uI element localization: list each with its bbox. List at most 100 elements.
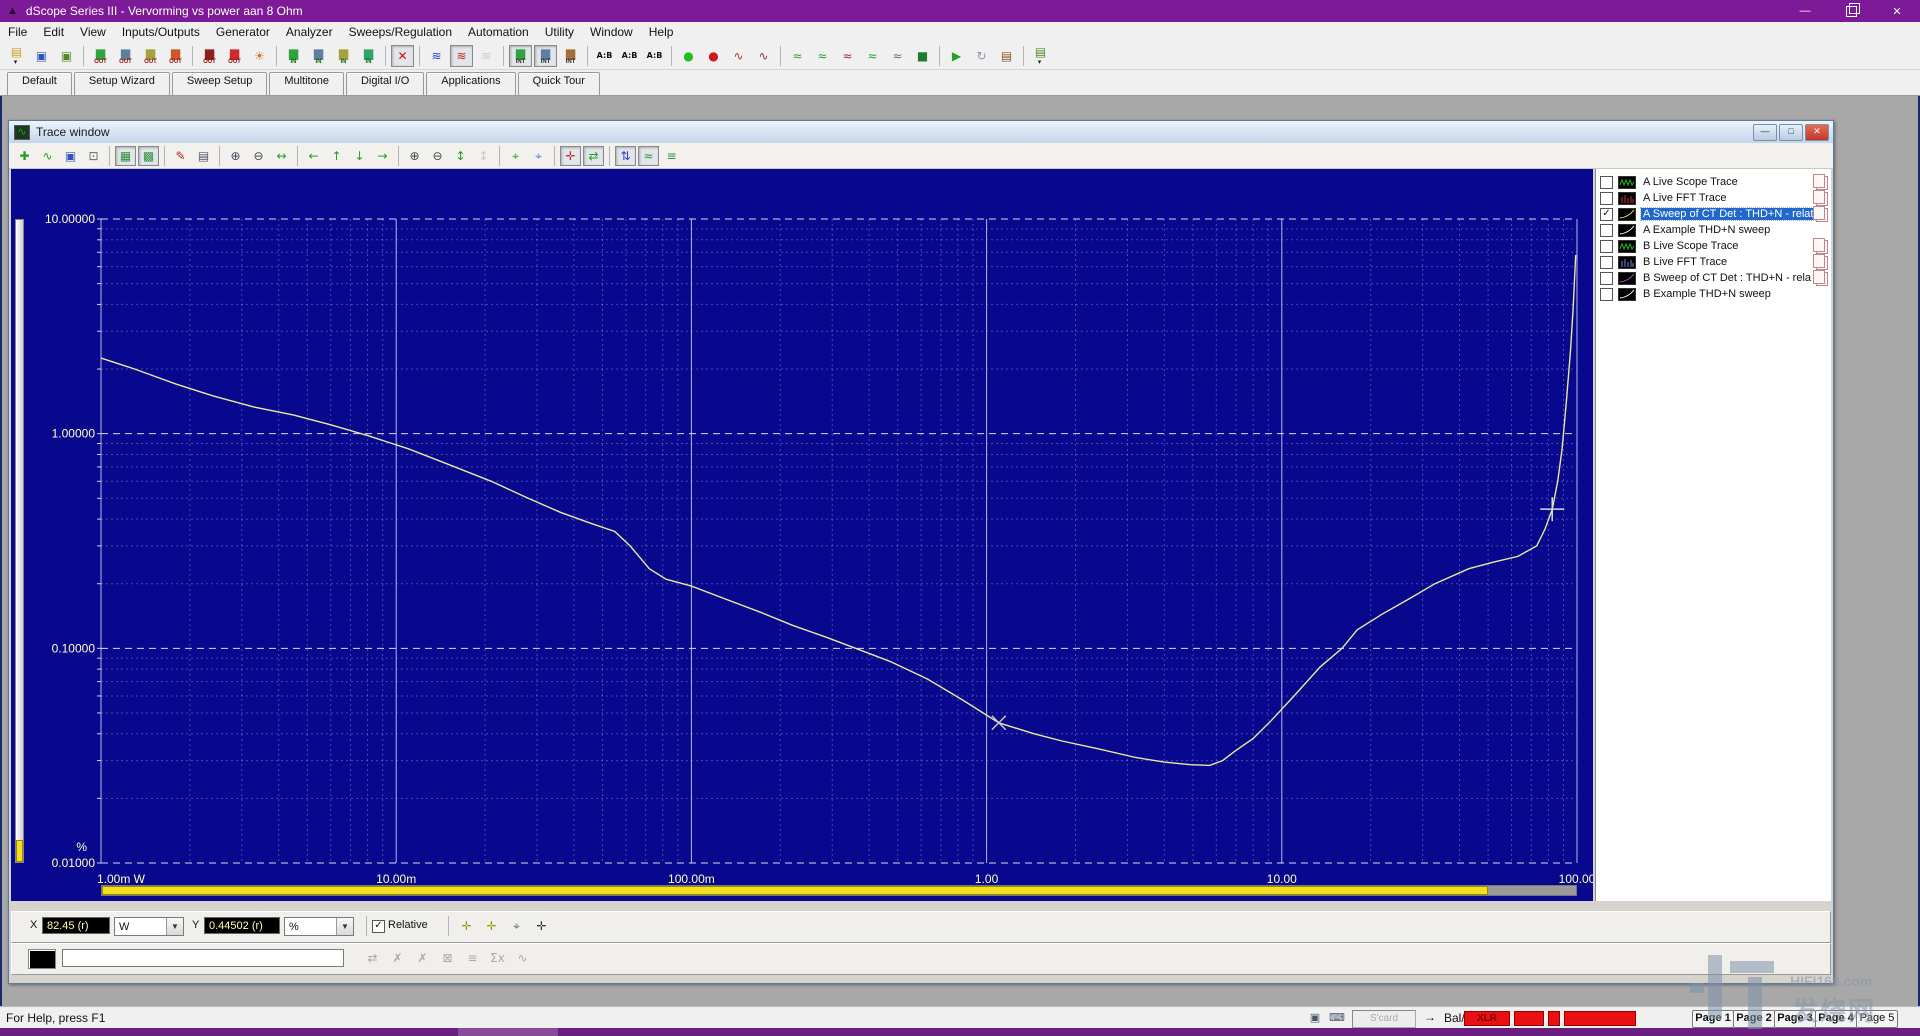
trace-row[interactable]: ✓A Sweep of CT Det : THD+N - relat [1596,206,1831,222]
x-cursor-value[interactable]: 82.45 (r) [42,917,110,934]
trace-row[interactable]: B Sweep of CT Det : THD+N - rela [1596,270,1831,286]
page-button-3[interactable]: Page 3 [1774,1010,1816,1028]
tab-digital-i-o[interactable]: Digital I/O [346,72,424,95]
trace-visibility-checkbox[interactable] [1600,256,1613,269]
y-axis-options-button[interactable]: ⇅ [615,146,636,166]
regulation-up-button[interactable]: ∿ [727,45,750,67]
pan-down-button[interactable]: ↓ [349,146,370,166]
tab-sweep-setup[interactable]: Sweep Setup [172,72,267,95]
add-y-cursor-button[interactable]: ✛ [480,915,503,937]
keyboard-icon[interactable]: ⌨ [1328,1010,1346,1026]
save-trace-button[interactable]: ▣ [60,146,81,166]
trace-label[interactable]: A Live Scope Trace [1641,176,1740,188]
copy-trace-icon[interactable] [1816,240,1828,254]
trace-row[interactable]: B Live FFT Trace [1596,254,1831,270]
stop-generator-button[interactable]: ● [702,45,725,67]
trace-label[interactable]: A Live FFT Trace [1641,192,1729,204]
trace-label[interactable]: B Sweep of CT Det : THD+N - rela [1641,272,1813,284]
trace-values-table-button[interactable]: ▤ [193,146,214,166]
sweep-table-button[interactable]: ■ [911,45,934,67]
legend-toggle-button[interactable]: ≡ [661,146,682,166]
copy-trace-icon[interactable] [1816,272,1828,286]
show-grid-button[interactable]: ▦ [115,146,136,166]
relative-checkbox[interactable]: ✓ [372,920,385,933]
trace-close-button[interactable]: ✕ [1805,124,1829,141]
internal-reference-button[interactable]: ▆INT [559,45,582,67]
channel-check-a-b-button[interactable]: A:B [593,45,616,67]
add-x-cursor-button[interactable]: ✛ [455,915,478,937]
cursor-two-button[interactable]: ⌖ [528,146,549,166]
fit-x-axis-button[interactable]: ↔ [271,146,292,166]
y-cursor-value[interactable]: 0.44502 (r) [204,917,280,934]
generator-output-connector-button[interactable]: ▆OUT [114,45,137,67]
cursor-to-trace-button[interactable]: ⌖ [505,915,528,937]
tab-multitone[interactable]: Multitone [269,72,344,95]
run-generator-button[interactable]: ● [677,45,700,67]
trace-row[interactable]: A Example THD+N sweep [1596,222,1831,238]
trace-visibility-checkbox[interactable] [1600,192,1613,205]
live-trace-button[interactable]: ∿ [37,146,58,166]
copy-trace-button[interactable]: ⊡ [83,146,104,166]
menu-edit[interactable]: Edit [35,23,72,41]
trace-row[interactable]: A Live FFT Trace [1596,190,1831,206]
trace-visibility-checkbox[interactable] [1600,272,1613,285]
trace-label[interactable]: B Example THD+N sweep [1641,288,1773,300]
trace-maximize-button[interactable]: □ [1779,124,1803,141]
menu-file[interactable]: File [0,23,35,41]
copy-trace-icon[interactable] [1816,208,1828,222]
pan-left-button[interactable]: ← [303,146,324,166]
menu-utility[interactable]: Utility [537,23,582,41]
internal-level-button[interactable]: ▆INT [534,45,557,67]
generator-output-level-button[interactable]: ▆OUT [139,45,162,67]
tab-setup-wizard[interactable]: Setup Wizard [74,72,170,95]
pan-up-button[interactable]: ↑ [326,146,347,166]
script-loop-button[interactable]: ↻ [970,45,993,67]
copy-trace-icon[interactable] [1816,192,1828,206]
tab-quick-tour[interactable]: Quick Tour [518,72,600,95]
open-setup-button[interactable]: ▤▾ [5,45,28,67]
zoom-x-in-button[interactable]: ⊕ [225,146,246,166]
script-log-button[interactable]: ▤ [995,45,1018,67]
soundcard-button[interactable]: S'card [1352,1010,1416,1028]
channel-swap-a-b-button[interactable]: A:B [643,45,666,67]
chevron-down-icon[interactable]: ▾ [14,58,18,66]
sweep-run-both-button[interactable]: ≈ [811,45,834,67]
sweep-run-button[interactable]: ≈ [786,45,809,67]
menu-analyzer[interactable]: Analyzer [278,23,341,41]
script-play-button[interactable]: ▶ [945,45,968,67]
menu-automation[interactable]: Automation [460,23,537,41]
close-button[interactable]: ✕ [1874,0,1920,22]
cursor-one-button[interactable]: ⌖ [505,146,526,166]
trace-label[interactable]: A Sweep of CT Det : THD+N - relat [1641,208,1815,220]
page-button-1[interactable]: Page 1 [1692,1010,1734,1028]
fit-y-axis-button[interactable]: ↕ [450,146,471,166]
export-setup-button[interactable]: ▣ [55,45,78,67]
cursor-link-button[interactable]: ⇄ [583,146,604,166]
sweep-single-button[interactable]: ≈ [861,45,884,67]
y-axis-scrollbar-thumb[interactable] [16,840,23,862]
save-setup-button[interactable]: ▣ [30,45,53,67]
digital-output-live-button[interactable]: ▆OUT [223,45,246,67]
copy-trace-icon[interactable] [1816,176,1828,190]
sweep-settle-button[interactable]: ≈ [886,45,909,67]
analyzer-input-source-button[interactable]: ▆IN [357,45,380,67]
scope-display-button[interactable]: ≋ [425,45,448,67]
monitor-icon[interactable]: ▣ [1306,1010,1324,1026]
analyzer-input-connector-button[interactable]: ▆IN [307,45,330,67]
zoom-y-in-button[interactable]: ⊕ [404,146,425,166]
minimize-button[interactable]: — [1782,0,1828,22]
menu-inputs-outputs[interactable]: Inputs/Outputs [114,23,208,41]
trace-label[interactable]: B Live Scope Trace [1641,240,1740,252]
trace-visibility-checkbox[interactable] [1600,224,1613,237]
pan-right-button[interactable]: → [372,146,393,166]
menu-help[interactable]: Help [641,23,682,41]
trace-comment-input[interactable] [62,949,344,967]
trace-window-titlebar[interactable]: ∿ Trace window — □ ✕ [9,121,1833,144]
zoom-y-out-button[interactable]: ⊖ [427,146,448,166]
multitone-output-button[interactable]: ☀ [248,45,271,67]
trace-label[interactable]: A Example THD+N sweep [1641,224,1772,236]
grid-options-button[interactable]: ▩ [138,146,159,166]
edit-trace-button[interactable]: ✎ [170,146,191,166]
tab-applications[interactable]: Applications [426,72,515,95]
trace-visibility-checkbox[interactable] [1600,240,1613,253]
